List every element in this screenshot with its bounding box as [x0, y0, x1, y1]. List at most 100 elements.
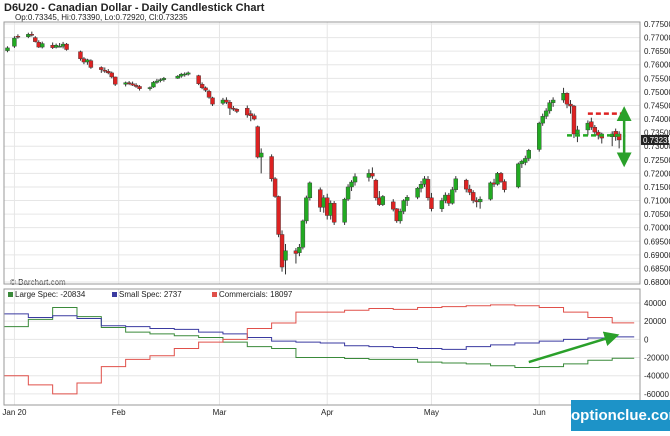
price-tick-label: 0.72500	[644, 156, 670, 165]
legend-label: Commercials: 18097	[219, 290, 293, 299]
price-tick-label: 0.74500	[644, 101, 670, 110]
legend-label: Small Spec: 2737	[119, 290, 182, 299]
candle	[380, 195, 386, 206]
candle-body	[15, 36, 21, 38]
candle-body	[589, 121, 594, 128]
candle-body	[64, 43, 69, 50]
candle-body	[307, 182, 313, 199]
candle-body	[450, 189, 455, 204]
month-tick-label: Jan 20	[2, 408, 27, 417]
candle	[425, 176, 431, 201]
price-axis: 0.77500 0.77000 0.76500 0.76000 0.75500 0.750…	[641, 20, 670, 287]
month-tick-label: Apr	[321, 408, 334, 417]
cot-panel-frame	[3, 288, 641, 406]
candle	[342, 197, 347, 225]
candle-body	[130, 83, 135, 86]
candle	[113, 76, 118, 86]
candle	[88, 59, 94, 69]
last-price-label: 0.73235	[643, 136, 670, 145]
candle-body	[304, 197, 309, 222]
candle-body	[592, 126, 598, 133]
price-tick-label: 0.71500	[644, 183, 670, 192]
candle	[415, 186, 420, 200]
price-tick-label: 0.77500	[644, 20, 670, 29]
cot-tick-label: 40000	[644, 299, 667, 308]
price-panel-frame	[3, 21, 641, 285]
candle-body	[106, 71, 111, 74]
candle-body	[439, 200, 445, 209]
price-tick-label: 0.70500	[644, 210, 670, 219]
candle-body	[425, 179, 431, 199]
candle-body	[498, 173, 504, 182]
candle-body	[175, 75, 180, 79]
price-tick-label: 0.68500	[644, 264, 670, 273]
candle	[12, 36, 17, 48]
candle	[537, 121, 542, 152]
cot-legend: Large Spec: -20834 Small Spec: 2737 Commer…	[8, 290, 293, 299]
candle	[498, 172, 504, 183]
candle-body	[575, 129, 580, 135]
candle-body	[537, 122, 542, 150]
candle-body	[272, 178, 278, 197]
price-tick-label: 0.69500	[644, 237, 670, 246]
candle-body	[5, 47, 10, 51]
candle-body	[300, 220, 306, 248]
candle-body	[540, 116, 545, 124]
candle-body	[470, 192, 476, 201]
legend-swatch	[112, 292, 117, 297]
candle	[304, 195, 309, 224]
candle	[477, 196, 483, 209]
cot-axis: 40000 20000 0 -20000 -40000 -60000	[644, 299, 669, 399]
candle	[516, 162, 521, 189]
candle-body	[206, 91, 212, 98]
candle-body	[78, 51, 83, 59]
price-tick-label: 0.76000	[644, 61, 670, 70]
candle	[276, 195, 281, 238]
candle-body	[29, 34, 35, 36]
month-tick-label: Mar	[213, 408, 227, 417]
price-tick-label: 0.71000	[644, 197, 670, 206]
price-tick-label: 0.68000	[644, 278, 670, 287]
candle-body	[234, 109, 240, 112]
optionclue-watermark: optionclue.com	[571, 400, 670, 431]
cot-tick-label: -60000	[644, 390, 669, 399]
candle-body	[227, 102, 233, 109]
candle-body	[109, 72, 114, 78]
candle-body	[380, 196, 386, 205]
price-tick-label: 0.76500	[644, 47, 670, 56]
price-tick-label: 0.77000	[644, 34, 670, 43]
candle-body	[40, 43, 45, 48]
candle-body	[550, 99, 556, 103]
chart-svg: D6U20 - Canadian Dollar - Daily Candlest…	[2, 2, 670, 417]
candle-body	[523, 158, 528, 163]
price-grid	[4, 23, 640, 283]
candle-body	[210, 97, 215, 105]
candle-body	[88, 60, 94, 68]
candle-body	[391, 201, 396, 210]
candle-body	[477, 198, 483, 203]
price-tick-label: 0.74000	[644, 115, 670, 124]
candle	[123, 81, 128, 87]
candle	[161, 76, 167, 82]
candle-body	[349, 181, 354, 188]
candle-body	[488, 182, 493, 200]
candle-body	[133, 84, 139, 87]
candle-body	[397, 211, 403, 222]
candle-body	[370, 173, 375, 177]
candle-body	[453, 178, 459, 190]
cot-tick-label: 0	[644, 335, 649, 344]
candle-body	[283, 250, 288, 261]
cot-trend-arrow	[528, 331, 620, 364]
price-tick-label: 0.75500	[644, 74, 670, 83]
candle-body	[137, 86, 142, 89]
candle-body	[331, 203, 337, 223]
ohlc-readout: Op:0.73345, Hi:0.73390, Lo:0.72920, Cl:0…	[15, 13, 188, 22]
candle	[196, 74, 201, 86]
candle-body	[564, 93, 570, 105]
candle-body	[224, 99, 229, 103]
candle-body	[516, 163, 521, 188]
candle-body	[543, 110, 549, 117]
candle-body	[33, 37, 38, 42]
price-tick-label: 0.75000	[644, 88, 670, 97]
price-tick-label: 0.72000	[644, 169, 670, 178]
